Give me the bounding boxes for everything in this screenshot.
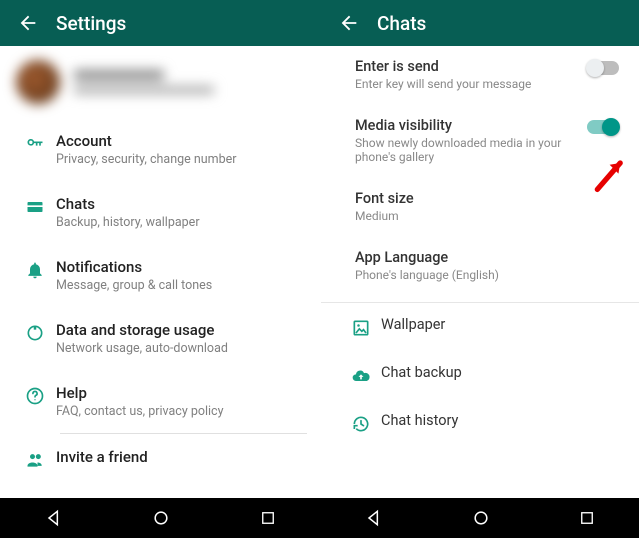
bell-icon xyxy=(25,260,45,280)
page-title: Settings xyxy=(56,12,126,35)
item-sub: Medium xyxy=(355,209,565,223)
item-title: Invite a friend xyxy=(56,448,307,466)
item-sub: Phone's language (English) xyxy=(355,268,565,282)
settings-item-data[interactable]: Data and storage usage Network usage, au… xyxy=(0,307,321,370)
appbar: Chats xyxy=(321,0,639,46)
nav-back[interactable] xyxy=(44,508,64,528)
item-title: Chat backup xyxy=(381,364,625,381)
arrow-back-icon xyxy=(17,12,39,34)
item-title: Account xyxy=(56,132,307,150)
people-icon xyxy=(25,450,45,470)
toggle-media-visibility[interactable] xyxy=(587,120,619,134)
item-sub: Enter key will send your message xyxy=(355,77,565,91)
chats-settings-content: Enter is send Enter key will send your m… xyxy=(321,46,639,498)
help-icon xyxy=(25,386,45,406)
item-title: Wallpaper xyxy=(381,316,625,333)
item-sub: Message, group & call tones xyxy=(56,278,307,293)
settings-item-account[interactable]: Account Privacy, security, change number xyxy=(0,118,321,181)
nav-back[interactable] xyxy=(364,508,384,528)
profile-row[interactable] xyxy=(0,46,321,118)
chats-link-wallpaper[interactable]: Wallpaper xyxy=(321,303,639,351)
nav-home[interactable] xyxy=(471,508,491,528)
item-title: Chat history xyxy=(381,412,625,429)
arrow-back-icon xyxy=(338,12,360,34)
chats-link-backup[interactable]: Chat backup xyxy=(321,351,639,399)
item-title: Notifications xyxy=(56,258,307,276)
android-navbar xyxy=(0,498,321,538)
settings-content: Account Privacy, security, change number… xyxy=(0,46,321,498)
chats-link-history[interactable]: Chat history xyxy=(321,399,639,447)
back-button[interactable] xyxy=(329,3,369,43)
setting-font-size[interactable]: Font size Medium xyxy=(321,178,639,237)
setting-media-visibility[interactable]: Media visibility Show newly downloaded m… xyxy=(321,105,639,178)
data-usage-icon xyxy=(25,323,45,343)
settings-item-help[interactable]: Help FAQ, contact us, privacy policy xyxy=(0,370,321,433)
nav-recent[interactable] xyxy=(259,509,277,527)
item-sub: Show newly downloaded media in your phon… xyxy=(355,136,565,164)
item-title: Media visibility xyxy=(355,117,581,134)
item-sub: Privacy, security, change number xyxy=(56,152,307,167)
key-icon xyxy=(25,134,45,154)
profile-text xyxy=(74,70,214,94)
item-title: Help xyxy=(56,384,307,402)
toggle-enter-is-send[interactable] xyxy=(587,61,619,75)
back-button[interactable] xyxy=(8,3,48,43)
item-title: Data and storage usage xyxy=(56,321,307,339)
avatar xyxy=(16,60,60,104)
setting-app-language[interactable]: App Language Phone's language (English) xyxy=(321,237,639,296)
nav-home[interactable] xyxy=(151,508,171,528)
nav-recent[interactable] xyxy=(578,509,596,527)
setting-enter-is-send[interactable]: Enter is send Enter key will send your m… xyxy=(321,46,639,105)
item-title: Font size xyxy=(355,190,619,207)
page-title: Chats xyxy=(377,12,426,35)
wallpaper-icon xyxy=(351,318,371,338)
cloud-upload-icon xyxy=(351,366,371,386)
item-sub: Backup, history, wallpaper xyxy=(56,215,307,230)
item-sub: FAQ, contact us, privacy policy xyxy=(56,404,307,419)
item-title: Chats xyxy=(56,195,307,213)
item-sub: Network usage, auto-download xyxy=(56,341,307,356)
settings-item-notifications[interactable]: Notifications Message, group & call tone… xyxy=(0,244,321,307)
item-title: Enter is send xyxy=(355,58,581,75)
settings-item-invite[interactable]: Invite a friend xyxy=(0,434,321,484)
history-icon xyxy=(351,414,371,434)
chat-icon xyxy=(25,197,45,217)
android-navbar xyxy=(321,498,639,538)
item-title: App Language xyxy=(355,249,619,266)
appbar: Settings xyxy=(0,0,321,46)
settings-item-chats[interactable]: Chats Backup, history, wallpaper xyxy=(0,181,321,244)
